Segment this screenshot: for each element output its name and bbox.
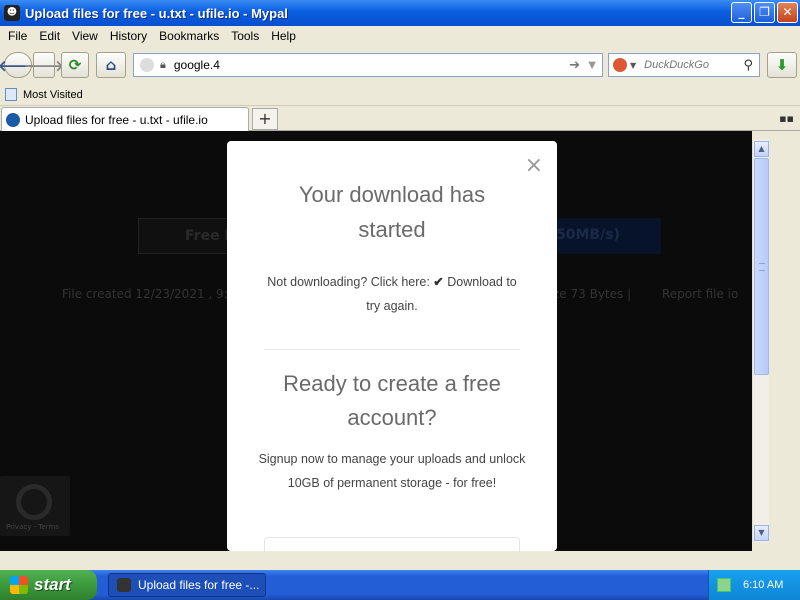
search-bar[interactable]: ▼ ⚲ [608,53,760,77]
navigation-toolbar: 🡐 🡒 ⟳ ⌂ 🔒︎ google.4 ➔ ▼ ▼ ⚲ ⬇ [0,46,800,84]
menu-bookmarks[interactable]: Bookmarks [153,29,225,43]
downloads-button[interactable]: ⬇ [767,52,797,78]
search-engine-dropdown-icon[interactable]: ▼ [630,61,636,70]
tab-ufile[interactable]: Upload files for free - u.txt - ufile.io [1,107,249,131]
file-size-info: ze 73 Bytes | [553,287,632,301]
free-download-button: Free D [138,218,238,254]
network-tray-icon[interactable] [717,578,731,592]
clock[interactable]: 6:10 AM [743,579,783,591]
window-title: Upload files for free - u.txt - ufile.io… [25,5,288,21]
forward-arrow-icon: 🡒 [23,56,65,75]
download-link[interactable]: Download [447,275,503,289]
duckduckgo-icon[interactable] [613,58,627,72]
download-retry-text: Not downloading? Click here: ✔ Download … [262,270,522,318]
close-button[interactable]: ✕ [777,2,798,23]
reload-button[interactable]: ⟳ [61,52,89,78]
maximize-button[interactable]: ❐ [754,2,775,23]
tab-list-icon[interactable]: ▪▪ [779,112,794,125]
recaptcha-badge[interactable]: Privacy - Terms [0,476,70,536]
site-identity-icon[interactable] [140,58,154,72]
file-created-info: File created 12/23/2021 , 9:0 [62,287,236,301]
forward-button[interactable]: 🡒 [24,52,64,78]
lock-icon: 🔒︎ [160,58,166,71]
menu-edit[interactable]: Edit [33,29,66,43]
new-tab-button[interactable]: + [252,108,278,130]
menu-tools[interactable]: Tools [225,29,265,43]
go-arrow-icon[interactable]: ➔ [569,58,580,73]
status-area [0,551,800,570]
menu-history[interactable]: History [104,29,153,43]
mypal-task-icon [117,578,131,592]
minimize-button[interactable]: _ [731,2,752,23]
bookmark-most-visited[interactable]: Most Visited [23,89,83,101]
modal-close-icon[interactable]: × [525,153,543,178]
window-titlebar: ☻ Upload files for free - u.txt - ufile.… [0,0,800,26]
scroll-up-icon[interactable]: ▲ [754,141,769,157]
download-arrow-icon: ⬇ [775,56,789,74]
ufile-favicon-icon [6,112,20,127]
signup-form-top[interactable] [264,537,520,551]
start-button[interactable]: start [0,570,97,600]
search-input[interactable] [644,59,740,71]
home-button[interactable]: ⌂ [96,52,126,78]
windows-logo-icon [10,576,28,594]
retry-prefix: Not downloading? Click here: [267,275,434,289]
url-text[interactable]: google.4 [174,58,220,72]
system-tray: 6:10 AM [708,570,800,600]
url-bar[interactable]: 🔒︎ google.4 ➔ ▼ [133,53,603,77]
recaptcha-text: Privacy - Terms [6,523,59,531]
home-icon: ⌂ [105,56,117,74]
modal-divider [264,349,520,350]
recaptcha-icon [16,484,52,520]
report-file-link: Report file io [662,287,739,301]
download-modal: × Your download has started Not download… [227,141,557,551]
scroll-down-icon[interactable]: ▼ [754,525,769,541]
start-label: start [34,575,71,594]
download-started-heading: Your download has started [298,182,486,242]
mypal-app-icon: ☻ [4,5,20,21]
taskbar: start Upload files for free -... 6:10 AM [0,570,800,600]
page-scrollbar[interactable]: ▲ ▼ [752,140,769,542]
menu-bar: File Edit View History Bookmarks Tools H… [0,26,800,46]
scroll-thumb[interactable] [754,158,769,375]
bookmark-folder-icon [5,88,17,101]
scroll-grip [759,263,765,271]
signup-text: Signup now to manage your uploads and un… [258,452,526,490]
reload-icon: ⟳ [68,56,82,74]
page-content: Free D 50MB/s) File created 12/23/2021 ,… [0,131,752,551]
taskbar-item-mypal[interactable]: Upload files for free -... [108,573,266,597]
menu-view[interactable]: View [66,29,104,43]
menu-help[interactable]: Help [265,29,302,43]
url-dropdown-icon[interactable]: ▼ [588,60,596,71]
task-label: Upload files for free -... [138,578,260,592]
premium-download-button: 50MB/s) [556,218,661,254]
create-account-heading: Ready to create a free account? [283,371,501,430]
tab-strip: Upload files for free - u.txt - ufile.io… [0,106,800,131]
magnifier-icon[interactable]: ⚲ [743,58,753,73]
menu-file[interactable]: File [2,29,33,43]
tab-label: Upload files for free - u.txt - ufile.io [25,112,208,127]
check-icon: ✔ [433,275,444,289]
bookmarks-toolbar: Most Visited [0,84,800,106]
